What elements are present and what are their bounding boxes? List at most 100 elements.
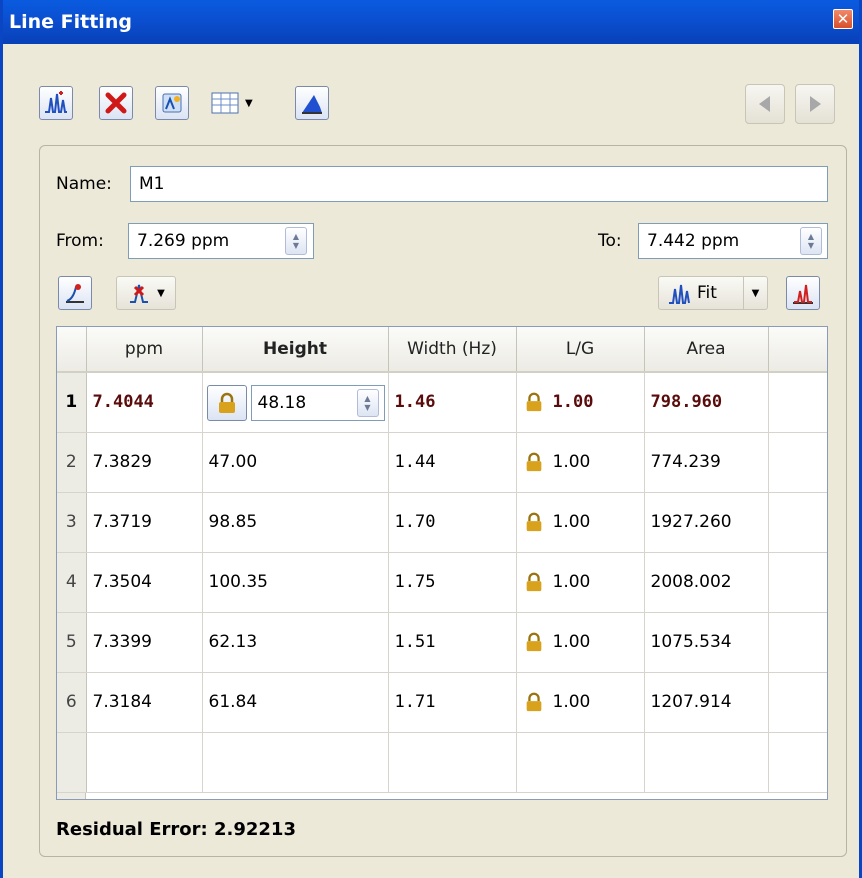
peaks-grid: ppm Height Width (Hz) L/G Area 1 7.4044 <box>57 327 827 793</box>
peak-fit-icon <box>45 91 67 113</box>
fit-label: Fit <box>697 283 717 303</box>
next-button[interactable] <box>795 84 835 124</box>
spectrum-icon <box>793 284 813 304</box>
add-peaks-button[interactable] <box>39 86 73 120</box>
table-row[interactable]: 6 7.3184 61.84 1.71 1.00 1207.914 <box>57 672 827 733</box>
pick-peak-icon <box>66 284 84 303</box>
cell-lg[interactable]: 1.00 <box>516 432 645 493</box>
arrow-right-icon <box>810 96 821 112</box>
cell-area[interactable]: 774.239 <box>644 432 769 493</box>
column-header-ppm[interactable]: ppm <box>86 327 203 373</box>
lock-icon <box>526 512 541 532</box>
spin-up-icon: ▲ <box>292 232 300 241</box>
cell-height-editor[interactable]: 48.18 ▲ ▼ <box>202 372 389 433</box>
height-value: 48.18 <box>257 393 307 413</box>
cell-width[interactable]: 1.46 <box>388 372 517 433</box>
fit-button[interactable]: Fit ▼ <box>658 276 768 310</box>
cell-area[interactable]: 1075.534 <box>644 612 769 673</box>
cell-area[interactable]: 798.960 <box>644 372 769 433</box>
pick-peak-button[interactable] <box>58 276 92 310</box>
lock-icon <box>218 392 235 413</box>
spin-down-icon: ▼ <box>364 403 371 412</box>
spin-down-icon: ▼ <box>292 241 300 250</box>
cell-width[interactable]: 1.75 <box>388 552 517 613</box>
chevron-down-icon[interactable]: ▼ <box>743 277 767 309</box>
lock-toggle-button[interactable] <box>206 385 247 421</box>
table-row[interactable]: 3 7.3719 98.85 1.70 1.00 1927.260 <box>57 492 827 553</box>
delete-peaks-button[interactable] <box>99 86 133 120</box>
empty-row <box>57 732 827 793</box>
from-value: 7.269 ppm <box>137 231 230 251</box>
lg-value: 1.00 <box>552 692 591 712</box>
cell-ppm[interactable]: 7.4044 <box>86 372 203 433</box>
cell-height[interactable]: 100.35 <box>202 552 389 613</box>
column-header-height[interactable]: Height <box>202 327 389 373</box>
cell-ppm[interactable]: 7.3184 <box>86 672 203 733</box>
column-header-width[interactable]: Width (Hz) <box>388 327 517 373</box>
name-input[interactable]: M1 <box>130 166 828 202</box>
cell-width[interactable]: 1.51 <box>388 612 517 673</box>
spin-down-icon: ▼ <box>807 241 815 250</box>
lock-icon <box>526 692 541 712</box>
cell-lg[interactable]: 1.00 <box>516 372 645 433</box>
column-header-lg[interactable]: L/G <box>516 327 645 373</box>
column-header-area[interactable]: Area <box>644 327 769 373</box>
cell-ppm[interactable]: 7.3504 <box>86 552 203 613</box>
window-title: Line Fitting <box>9 11 132 33</box>
lg-value: 1.00 <box>552 632 591 652</box>
peak-tool-button[interactable] <box>155 86 189 120</box>
spectrum-view-button[interactable] <box>786 276 820 310</box>
previous-button[interactable] <box>745 84 785 124</box>
peak-tool-icon <box>162 93 182 113</box>
table-row[interactable]: 2 7.3829 47.00 1.44 1.00 774.239 <box>57 432 827 493</box>
cell-lg[interactable]: 1.00 <box>516 552 645 613</box>
cell-area[interactable]: 1207.914 <box>644 672 769 733</box>
lock-icon <box>526 392 541 412</box>
close-button[interactable]: ✕ <box>833 9 853 29</box>
cell-height[interactable]: 62.13 <box>202 612 389 673</box>
cell-area[interactable]: 1927.260 <box>644 492 769 553</box>
cell-lg[interactable]: 1.00 <box>516 612 645 673</box>
lg-value: 1.00 <box>552 392 594 413</box>
cell-area[interactable]: 2008.002 <box>644 552 769 613</box>
cell-height[interactable]: 61.84 <box>202 672 389 733</box>
peak-marker-icon <box>130 284 149 303</box>
to-spin-buttons[interactable]: ▲ ▼ <box>800 227 822 255</box>
cell-ppm[interactable]: 7.3719 <box>86 492 203 553</box>
cell-width[interactable]: 1.70 <box>388 492 517 553</box>
close-icon: ✕ <box>836 9 850 28</box>
table-row[interactable]: 5 7.3399 62.13 1.51 1.00 1075.534 <box>57 612 827 673</box>
lg-value: 1.00 <box>552 512 591 532</box>
cell-lg[interactable]: 1.00 <box>516 492 645 553</box>
table-row[interactable]: 1 7.4044 48.18 ▲ ▼ 1.46 1.00 798.960 <box>57 372 827 433</box>
cell-width[interactable]: 1.71 <box>388 672 517 733</box>
name-value: M1 <box>139 174 165 194</box>
peak-options-button[interactable]: ▼ <box>116 276 176 310</box>
row-number: 5 <box>57 612 87 673</box>
to-label: To: <box>598 231 622 251</box>
from-spin-buttons[interactable]: ▲ ▼ <box>285 227 307 255</box>
cell-height[interactable]: 47.00 <box>202 432 389 493</box>
area-plot-icon <box>302 95 322 114</box>
delete-icon <box>105 92 127 114</box>
spin-up-icon: ▲ <box>807 232 815 241</box>
height-spin-buttons[interactable]: ▲ ▼ <box>356 389 379 417</box>
table-options-button[interactable]: ▼ <box>211 86 261 120</box>
row-number: 1 <box>57 372 87 433</box>
cell-lg[interactable]: 1.00 <box>516 672 645 733</box>
cell-ppm[interactable]: 7.3399 <box>86 612 203 673</box>
lg-value: 1.00 <box>552 452 591 472</box>
to-value: 7.442 ppm <box>647 231 740 251</box>
cell-width[interactable]: 1.44 <box>388 432 517 493</box>
lock-icon <box>526 452 541 472</box>
table-row[interactable]: 4 7.3504 100.35 1.75 1.00 2008.002 <box>57 552 827 613</box>
cell-ppm[interactable]: 7.3829 <box>86 432 203 493</box>
plot-button[interactable] <box>295 86 329 120</box>
cell-height[interactable]: 98.85 <box>202 492 389 553</box>
lock-icon <box>526 632 541 652</box>
arrow-left-icon <box>759 96 770 112</box>
lock-icon <box>526 572 541 592</box>
title-bar: Line Fitting ✕ <box>3 0 859 44</box>
residual-error-label: Residual Error: 2.92213 <box>56 819 296 840</box>
line-fitting-window: Line Fitting ✕ ▼ Name: M1 From: 7.269 pp… <box>0 0 862 878</box>
